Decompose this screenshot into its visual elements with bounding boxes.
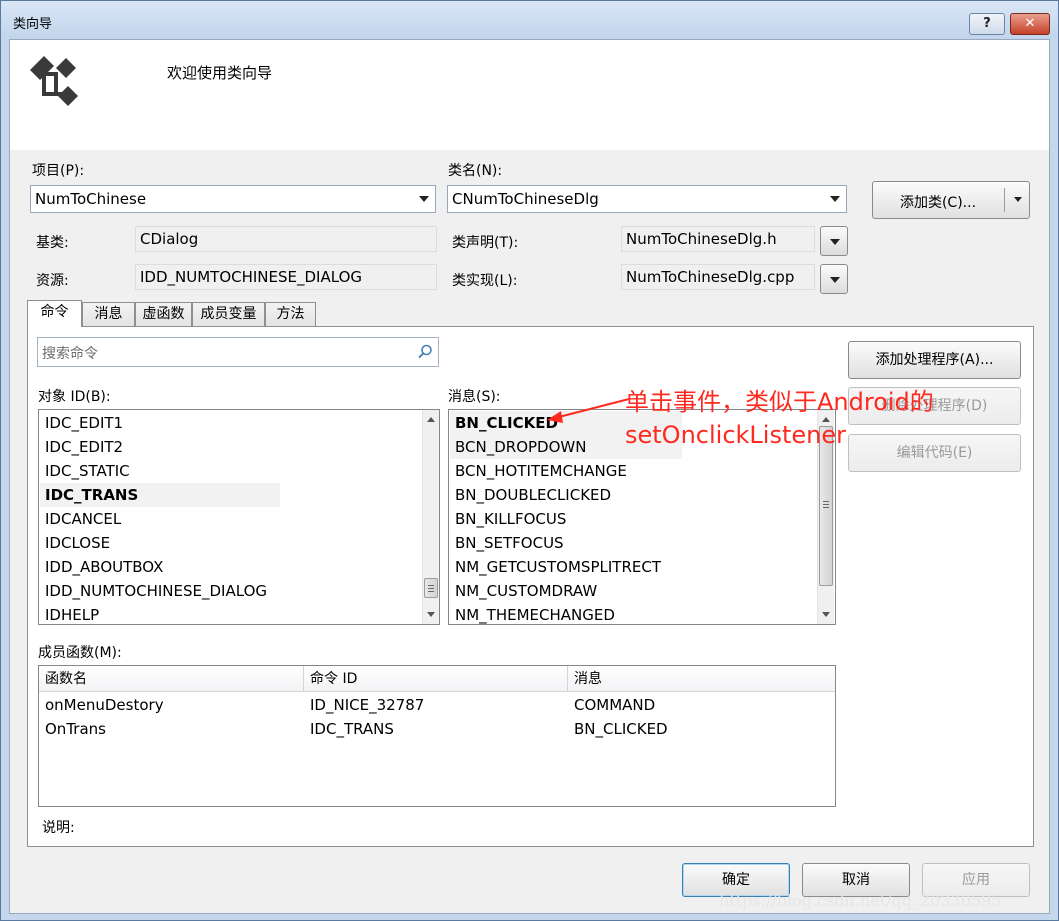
tab-messages[interactable]: 消息 [82, 302, 135, 326]
base-class-field: CDialog [135, 226, 437, 252]
grip-line [823, 501, 829, 502]
table-cell[interactable]: OnTrans [39, 717, 106, 741]
table-cell[interactable]: onMenuDestory [39, 693, 164, 717]
resource-label: 资源: [36, 273, 69, 289]
list-item[interactable]: BN_SETFOCUS [455, 531, 564, 555]
grip-line [428, 585, 434, 586]
class-impl-field: NumToChineseDlg.cpp [621, 264, 815, 290]
close-button[interactable]: ✕ [1010, 13, 1050, 35]
chevron-down-icon [830, 196, 840, 202]
search-box[interactable]: 搜索命令 [37, 337, 439, 367]
base-class-label: 基类: [36, 235, 69, 251]
class-decl-dropdown-button[interactable] [820, 226, 848, 256]
list-item[interactable]: IDCANCEL [45, 507, 121, 531]
classname-combo[interactable]: CNumToChineseDlg [447, 185, 847, 213]
table-cell[interactable]: COMMAND [568, 693, 655, 717]
list-item[interactable]: IDCLOSE [45, 531, 110, 555]
tab-member-variables[interactable]: 成员变量 [192, 302, 265, 326]
list-item[interactable]: BN_DOUBLECLICKED [455, 483, 611, 507]
chevron-down-icon [830, 239, 840, 245]
add-class-button[interactable]: 添加类(C)... [872, 181, 1030, 219]
object-list-scrollbar[interactable] [422, 410, 439, 624]
window-title: 类向导 [13, 17, 53, 32]
add-handler-button[interactable]: 添加处理程序(A)... [848, 341, 1021, 379]
table-cell[interactable]: IDC_TRANS [304, 717, 394, 741]
project-value: NumToChinese [35, 190, 147, 208]
members-label: 成员函数(M): [38, 645, 122, 661]
chevron-down-icon [830, 277, 840, 283]
list-item[interactable]: NM_THEMECHANGED [455, 603, 615, 624]
object-ids-label: 对象 ID(B): [38, 389, 111, 405]
tab-methods[interactable]: 方法 [265, 302, 316, 326]
annotation-line-1: 单击事件，类似于Android的 [625, 388, 934, 416]
split-divider [1004, 188, 1005, 212]
class-impl-dropdown-button[interactable] [820, 264, 848, 294]
search-icon[interactable] [416, 343, 434, 361]
object-id-list[interactable]: IDC_EDIT1 IDC_EDIT2 IDC_STATIC IDC_TRANS… [38, 409, 440, 625]
grip-line [428, 588, 434, 589]
grid-header: 函数名 命令 ID 消息 [39, 666, 835, 692]
title-bar: 类向导 ? ✕ [1, 1, 1058, 39]
help-button[interactable]: ? [969, 13, 1005, 35]
list-item-selected[interactable]: IDC_TRANS [45, 483, 138, 507]
scroll-up-icon[interactable] [427, 417, 435, 422]
class-decl-field: NumToChineseDlg.h [621, 226, 815, 252]
add-class-label: 添加类(C)... [899, 195, 977, 211]
column-header-message[interactable]: 消息 [568, 666, 833, 692]
grip-line [428, 591, 434, 592]
column-header-function[interactable]: 函数名 [39, 666, 304, 692]
messages-label: 消息(S): [448, 389, 501, 405]
member-functions-grid[interactable]: 函数名 命令 ID 消息 onMenuDestory ID_NICE_32787… [38, 665, 836, 807]
tab-virtual-functions[interactable]: 虚函数 [135, 302, 192, 326]
resource-field: IDD_NUMTOCHINESE_DIALOG [135, 264, 437, 290]
list-item[interactable]: IDHELP [45, 603, 99, 624]
scroll-down-icon[interactable] [427, 612, 435, 617]
welcome-text: 欢迎使用类向导 [167, 64, 273, 82]
chevron-down-icon [419, 196, 429, 202]
grip-line [823, 507, 829, 508]
classname-label: 类名(N): [448, 163, 503, 179]
classname-value: CNumToChineseDlg [452, 190, 599, 208]
project-combo[interactable]: NumToChinese [30, 185, 436, 213]
watermark: https://blog.csdn.net/qq_20330595 [719, 891, 1002, 910]
column-header-command-id[interactable]: 命令 ID [304, 666, 568, 692]
list-item[interactable]: IDC_EDIT1 [45, 411, 123, 435]
list-item[interactable]: IDD_NUMTOCHINESE_DIALOG [45, 579, 267, 603]
edit-code-button[interactable]: 编辑代码(E) [848, 434, 1021, 472]
tab-commands[interactable]: 命令 [27, 300, 82, 327]
search-input[interactable]: 搜索命令 [42, 343, 98, 363]
scroll-thumb[interactable] [424, 578, 438, 598]
class-wizard-icon [30, 56, 78, 106]
class-decl-label: 类声明(T): [452, 235, 519, 251]
chevron-down-icon[interactable] [1014, 197, 1022, 202]
table-cell[interactable]: BN_CLICKED [568, 717, 668, 741]
scroll-down-icon[interactable] [822, 612, 830, 617]
dialog-client: 欢迎使用类向导 项目(P): NumToChinese 类名(N): CNumT… [9, 39, 1050, 914]
list-item[interactable]: IDC_EDIT2 [45, 435, 123, 459]
list-item[interactable]: IDD_ABOUTBOX [45, 555, 163, 579]
list-item[interactable]: NM_GETCUSTOMSPLITRECT [455, 555, 661, 579]
list-item[interactable]: BN_KILLFOCUS [455, 507, 566, 531]
project-label: 项目(P): [32, 163, 85, 179]
description-label: 说明: [42, 820, 75, 836]
list-item[interactable]: BCN_DROPDOWN [455, 435, 586, 459]
grip-line [823, 504, 829, 505]
class-impl-label: 类实现(L): [452, 273, 518, 289]
class-wizard-window: 类向导 ? ✕ 欢迎使用类向导 项目(P): NumToChinese 类名(N… [0, 0, 1059, 921]
annotation-line-2: setOnclickListener [625, 421, 846, 449]
header-band: 欢迎使用类向导 [10, 40, 1049, 150]
table-cell[interactable]: ID_NICE_32787 [304, 693, 424, 717]
list-item[interactable]: NM_CUSTOMDRAW [455, 579, 597, 603]
list-item[interactable]: BCN_HOTITEMCHANGE [455, 459, 627, 483]
list-item[interactable]: IDC_STATIC [45, 459, 130, 483]
